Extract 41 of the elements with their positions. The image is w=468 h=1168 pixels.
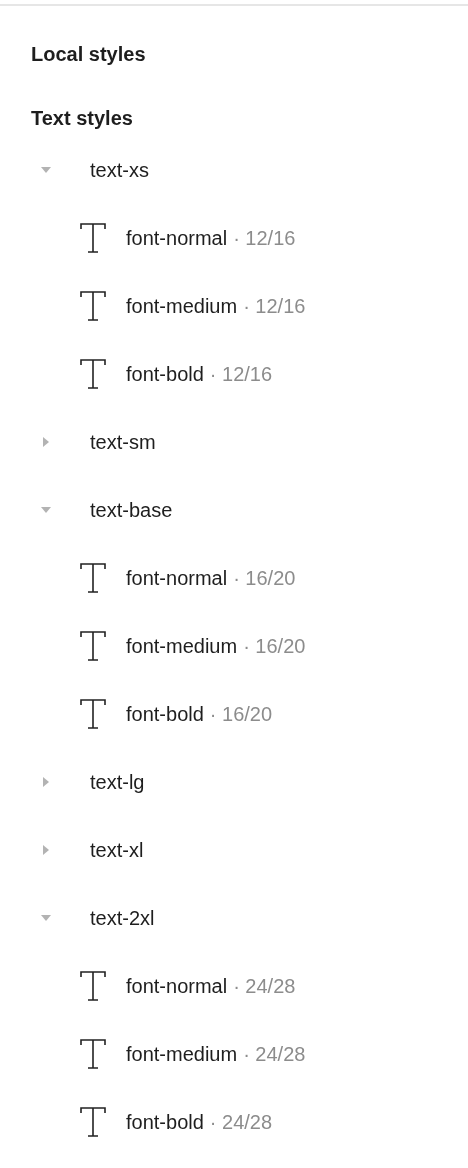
style-size: · 16/20 [243,634,306,658]
style-size: · 24/28 [209,1110,273,1134]
caret-icon[interactable] [41,777,51,787]
caret-icon[interactable] [41,913,51,923]
style-size: · 16/20 [209,702,273,726]
text-style-icon [80,971,106,1001]
group-name[interactable]: text-base [90,498,173,522]
text-style-icon [80,699,106,729]
style-name[interactable]: font-bold [126,702,204,726]
group-name[interactable]: text-xl [90,838,144,862]
text-style-icon [80,631,106,661]
style-name[interactable]: font-normal [126,974,228,998]
style-name[interactable]: font-normal [126,226,228,250]
group-name[interactable]: text-lg [90,770,145,794]
style-name[interactable]: font-medium [126,634,238,658]
style-size: · 24/28 [233,974,296,998]
style-size: · 12/16 [243,294,306,318]
group-name[interactable]: text-2xl [90,906,155,930]
caret-icon[interactable] [41,505,51,515]
style-name[interactable]: font-medium [126,1042,238,1066]
text-style-icon [80,563,106,593]
style-name[interactable]: font-bold [126,362,204,386]
group-name[interactable]: text-xs [90,158,149,182]
style-name[interactable]: font-bold [126,1110,204,1134]
style-name[interactable]: font-medium [126,294,238,318]
caret-icon[interactable] [41,845,51,855]
style-size: · 12/16 [233,226,296,250]
text-style-icon [80,223,106,253]
text-style-icon [80,359,106,389]
text-style-icon [80,1039,106,1069]
text-style-icon [80,1107,106,1137]
style-size: · 24/28 [243,1042,306,1066]
caret-icon[interactable] [41,165,51,175]
section-title: Text styles [31,106,134,131]
style-size: · 16/20 [233,566,296,590]
panel-title: Local styles [31,42,147,67]
style-name[interactable]: font-normal [126,566,228,590]
text-style-icon [80,291,106,321]
caret-icon[interactable] [41,437,51,447]
style-size: · 12/16 [209,362,273,386]
group-name[interactable]: text-sm [90,430,156,454]
